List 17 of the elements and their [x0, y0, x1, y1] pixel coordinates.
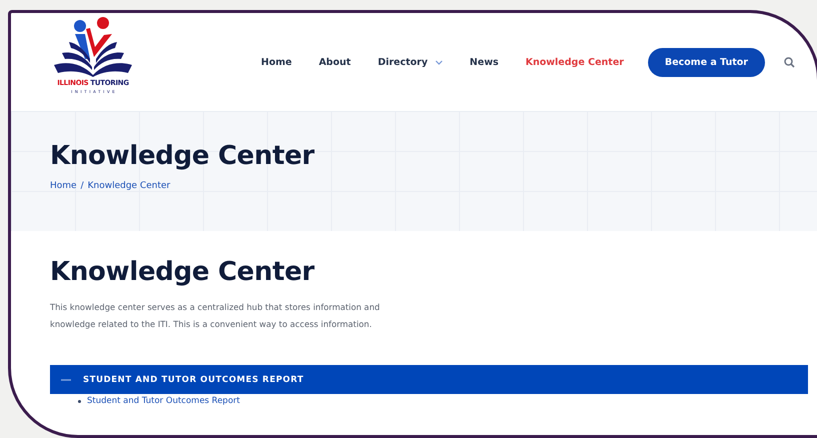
bullet-icon [78, 400, 81, 402]
section-heading: Knowledge Center [50, 257, 316, 287]
nav-link[interactable]: Directory [378, 56, 443, 68]
nav-link[interactable]: Home [261, 56, 292, 68]
report-link[interactable]: Student and Tutor Outcomes Report [87, 396, 240, 406]
breadcrumb-current: Knowledge Center [88, 181, 170, 191]
description-text: This knowledge center serves as a centralized hub that stores information and knowledge related to the ITI. This is a convenient way to access information. [50, 301, 381, 331]
become-tutor-button[interactable]: Become a Tutor [648, 48, 765, 76]
nav-link[interactable]: Knowledge Center [526, 56, 624, 68]
accordion-header[interactable]: STUDENT AND TUTOR OUTCOMES REPORT [50, 365, 808, 394]
page-title: Knowledge Center [50, 141, 316, 171]
nav-link[interactable]: About [318, 56, 351, 68]
breadcrumb-link[interactable]: Home [50, 181, 77, 191]
search-icon[interactable] [784, 56, 795, 68]
breadcrumb-separator: / [80, 181, 84, 191]
logo-icon [52, 16, 134, 78]
nav-link[interactable]: News [470, 56, 498, 68]
